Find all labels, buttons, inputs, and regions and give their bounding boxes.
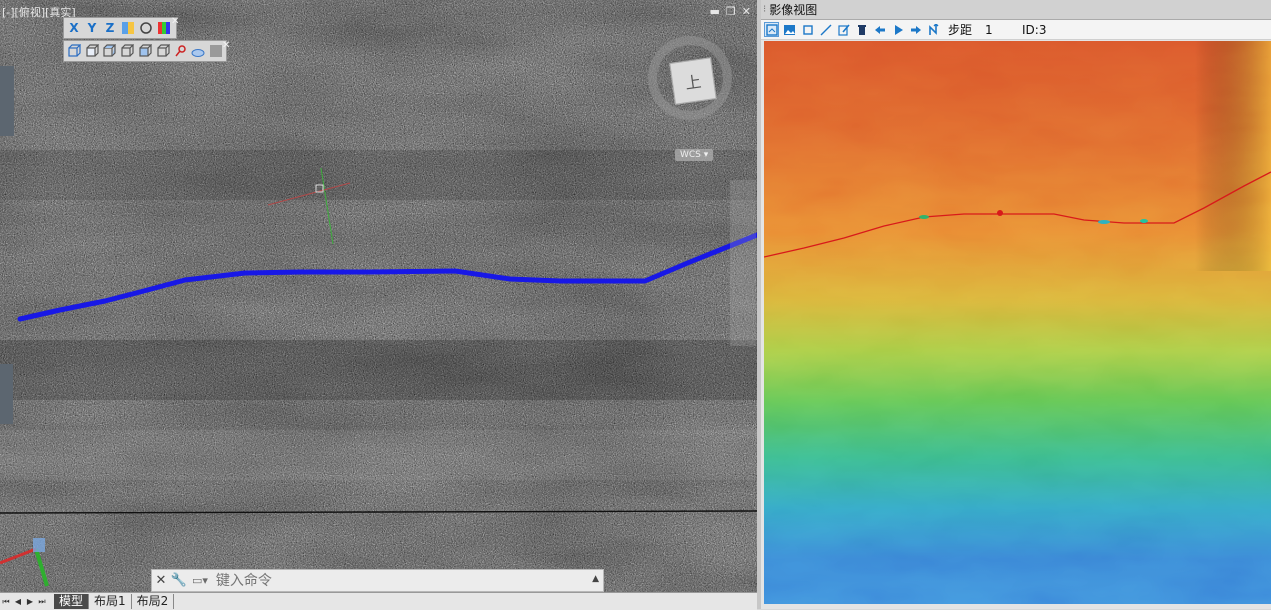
z-axis-button[interactable]: Z [102,20,118,36]
tab-layout1[interactable]: 布局1 [89,594,132,609]
image-view-toolbar: 步距 1 ID:3 [761,20,1271,40]
left-panel-tab[interactable] [0,66,14,136]
settings-icon[interactable] [138,20,154,36]
command-prompt-icon[interactable]: ▭▾ [192,574,208,587]
cube-view-icon-5[interactable] [137,43,153,59]
axis-toolbar: X Y Z [63,17,177,39]
color-ramp-icon[interactable] [120,20,136,36]
first-tab-icon[interactable]: ⏮ [0,595,12,608]
close-icon[interactable]: ✕ [742,5,751,18]
next-tab-icon[interactable]: ▶ [24,595,36,608]
arrow-right-icon[interactable] [908,22,923,37]
measure-line-icon[interactable] [818,22,833,37]
y-axis-button[interactable]: Y [84,20,100,36]
wrench-icon[interactable]: 🔧 [170,573,188,588]
viewcube-face[interactable]: 上 [669,57,717,105]
zoom-extent-icon[interactable] [764,22,779,37]
rectangle-select-icon[interactable] [800,22,815,37]
toolbar-close-icon[interactable]: ✕ [171,16,179,27]
restore-icon[interactable]: ❐ [726,5,736,18]
command-line: ✕ 🔧 ▭▾ ▲ [151,569,604,592]
grip-icon[interactable]: ⁝ [763,4,766,15]
edit-icon[interactable] [836,22,851,37]
left-panel-tab[interactable] [0,364,13,424]
pin-icon[interactable] [173,43,189,59]
step-label: 步距 [948,23,973,37]
play-icon[interactable] [890,22,905,37]
tab-model[interactable]: 模型 [54,594,90,609]
layout-tab-bar: ⏮ ◀ ▶ ⏭ 模型 布局1 布局2 [0,592,757,610]
point-cloud-canvas[interactable] [0,0,757,592]
cube-view-icon-6[interactable] [155,43,171,59]
prev-tab-icon[interactable]: ◀ [12,595,24,608]
view-toolbar [63,40,227,62]
image-icon[interactable] [782,22,797,37]
cube-view-icon-2[interactable] [84,43,100,59]
delete-icon[interactable] [854,22,869,37]
image-viewport[interactable] [764,41,1271,604]
arrow-left-icon[interactable] [872,22,887,37]
x-axis-button[interactable]: X [66,20,82,36]
toolbar-close-icon[interactable]: ✕ [222,40,230,51]
jump-icon[interactable] [926,22,941,37]
cloud-icon[interactable] [190,43,206,59]
cube-view-icon-1[interactable] [66,43,82,59]
cad-viewport[interactable]: [-][俯视][真实] ▬ ❐ ✕ X Y Z ✕ ✕ 上 WCS ▾ ✕ 🔧 … [0,0,757,592]
id-label: ID:3 [1022,22,1047,37]
tab-layout2[interactable]: 布局2 [132,594,175,609]
last-tab-icon[interactable]: ⏭ [36,595,48,608]
command-close-icon[interactable]: ✕ [152,573,170,588]
chevron-up-icon[interactable]: ▲ [592,574,599,584]
cube-view-icon-4[interactable] [119,43,135,59]
cube-view-icon-3[interactable] [102,43,118,59]
rgb-color-icon[interactable] [156,20,172,36]
wcs-dropdown[interactable]: WCS ▾ [675,149,714,161]
navigation-bar[interactable] [730,180,756,346]
command-input[interactable] [213,571,578,590]
viewport-window-controls: ▬ ❐ ✕ [710,5,752,18]
step-value-field[interactable]: 1 [985,23,1015,37]
image-view-panel: ⁝ 影像视图 步距 1 ID:3 [761,0,1271,609]
minimize-icon[interactable]: ▬ [710,5,720,18]
image-view-title: 影像视图 [769,3,818,17]
image-view-title-bar[interactable]: ⁝ 影像视图 [761,0,1271,20]
depth-colormap-image[interactable] [764,41,1271,604]
